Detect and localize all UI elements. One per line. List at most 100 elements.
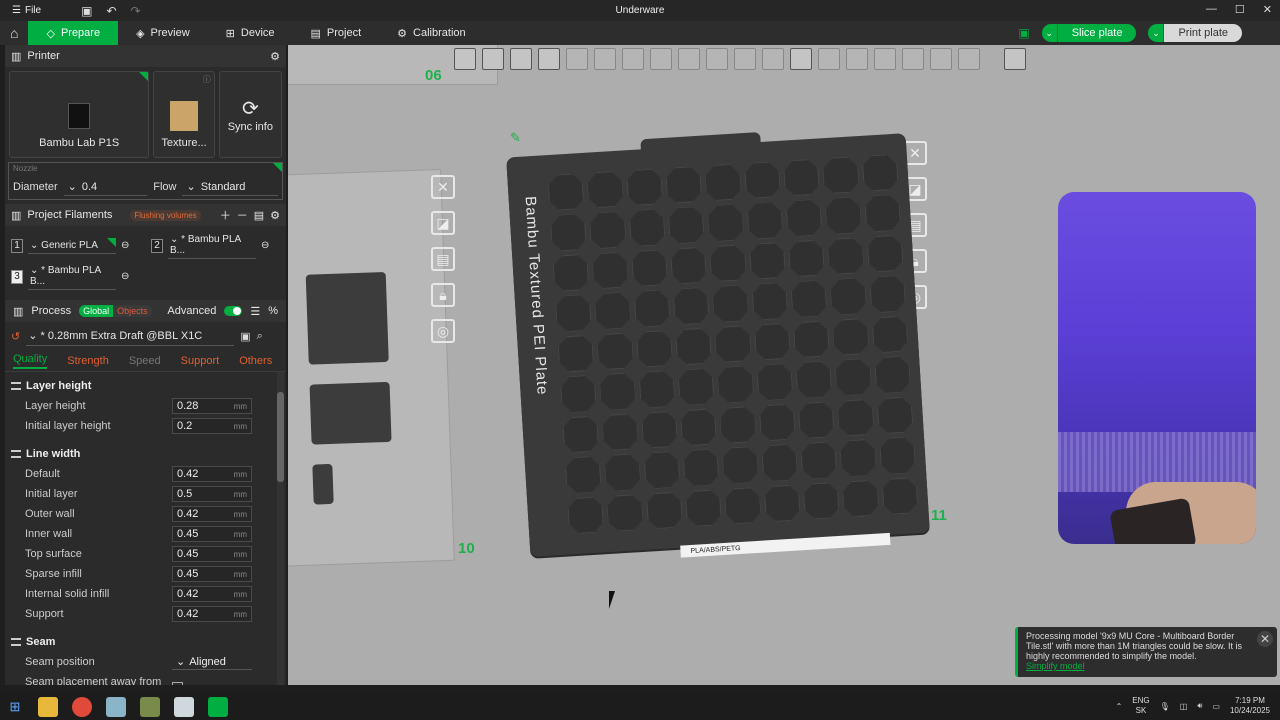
scale-icon[interactable] — [650, 48, 672, 70]
tab-support[interactable]: Support — [181, 355, 220, 367]
maximize-button[interactable]: ☐ — [1235, 3, 1245, 16]
3d-viewport[interactable]: 06 10 11 ✎ ✕ ◪ ▤ 🔒︎ ◎ ✕ ◪ ▤ 🔒︎ ◎ Bambu T… — [288, 45, 1280, 685]
auto-orient-icon[interactable]: ◪ — [431, 211, 455, 235]
param-input[interactable]: 0.2 mm — [172, 418, 252, 434]
save-icon[interactable]: ▣ — [81, 4, 92, 18]
filament-item-3[interactable]: 3 ⌄ * Bambu PLA B... ⊖ — [11, 263, 151, 290]
slice-plate-button[interactable]: ⌄ Slice plate — [1041, 24, 1137, 42]
file-explorer-icon[interactable] — [38, 696, 58, 717]
arrange-icon[interactable]: ▤ — [431, 247, 455, 271]
app-icon[interactable] — [174, 696, 194, 717]
undo-icon[interactable]: ↶ — [106, 4, 116, 18]
reset-icon[interactable]: ↺ — [11, 330, 20, 343]
lay-on-face-icon[interactable] — [678, 48, 700, 70]
print-plate-button[interactable]: ⌄ Print plate — [1148, 24, 1242, 42]
model-grid[interactable] — [547, 154, 918, 535]
param-input[interactable]: 0.42 mm — [172, 606, 252, 622]
battery-icon[interactable]: ▭ — [1212, 702, 1220, 711]
tab-speed[interactable]: Speed — [129, 355, 161, 367]
tab-calibration[interactable]: ⚙ Calibration — [379, 21, 483, 45]
flushing-volumes-button[interactable]: Flushing volumes — [130, 209, 201, 221]
add-object-icon[interactable] — [454, 48, 476, 70]
home-button[interactable]: ⌂ — [0, 21, 28, 45]
close-icon[interactable]: ✕ — [431, 175, 455, 199]
network-icon[interactable]: ◫ — [1180, 702, 1188, 711]
model-part[interactable] — [309, 381, 392, 445]
tab-others[interactable]: Others — [239, 355, 272, 367]
close-icon[interactable]: ✕ — [1257, 631, 1273, 647]
model-part[interactable] — [305, 271, 389, 365]
diameter-select[interactable]: ⌄ 0.4 — [63, 178, 148, 196]
printer-selector[interactable]: Bambu Lab P1S — [9, 71, 150, 158]
filament-item-1[interactable]: 1 ⌄ Generic PLA ⊖ — [11, 232, 151, 259]
support-paint-icon[interactable] — [734, 48, 756, 70]
build-plate[interactable]: Bambu Textured PEI Plate PLA/ABS/PETG — [506, 132, 930, 558]
chevron-down-icon[interactable]: ⌄ — [1041, 24, 1058, 42]
plate-settings-icon[interactable]: ◎ — [431, 319, 455, 343]
scrollbar[interactable] — [277, 372, 284, 685]
tab-quality[interactable]: Quality — [13, 353, 48, 369]
chrome-icon[interactable] — [72, 696, 92, 717]
flow-select[interactable]: ⌄ Standard — [182, 178, 278, 196]
param-input[interactable]: 0.45 mm — [172, 566, 252, 582]
brim-ears-icon[interactable] — [874, 48, 896, 70]
chevron-up-icon[interactable]: ⌃ — [1116, 702, 1123, 711]
volume-icon[interactable]: 🔊︎ — [1197, 701, 1202, 711]
plate-10[interactable] — [288, 168, 455, 570]
tab-device[interactable]: ⊞ Device — [208, 21, 293, 45]
tab-prepare[interactable]: ◇ Prepare — [28, 21, 119, 45]
process-scope-toggle[interactable]: Global Objects — [79, 305, 152, 317]
seam-away-checkbox[interactable] — [172, 682, 183, 685]
arrange-icon[interactable] — [538, 48, 560, 70]
windows-start-icon[interactable]: ⊞ — [0, 699, 30, 715]
remove-circle-icon[interactable]: ⊖ — [121, 240, 129, 251]
rotate-icon[interactable] — [622, 48, 644, 70]
model-part[interactable] — [312, 463, 334, 505]
seam-position-select[interactable]: ⌄ Aligned — [172, 654, 252, 670]
filament-item-2[interactable]: 2 ⌄ * Bambu PLA B... ⊖ — [151, 232, 286, 259]
param-input[interactable]: 0.5 mm — [172, 486, 252, 502]
edit-plate-name-icon[interactable]: ✎ — [510, 130, 521, 146]
plate-type-selector[interactable]: ⓘ Texture... — [153, 71, 215, 158]
remove-circle-icon[interactable]: ⊖ — [121, 271, 129, 282]
add-plate-icon[interactable] — [482, 48, 504, 70]
gear-icon[interactable]: ⚙ — [270, 50, 280, 63]
remove-circle-icon[interactable]: ⊖ — [261, 240, 269, 251]
advanced-toggle[interactable] — [224, 306, 243, 316]
percent-icon[interactable]: % — [268, 305, 278, 317]
text-icon[interactable] — [790, 48, 812, 70]
param-input[interactable]: 0.45 mm — [172, 546, 252, 562]
layout-icon[interactable]: ▣ — [1018, 26, 1029, 40]
gear-icon[interactable]: ⚙ — [270, 209, 280, 222]
param-input[interactable]: 0.42 mm — [172, 506, 252, 522]
boolean-icon[interactable] — [902, 48, 924, 70]
simplify-model-link[interactable]: Simplify model — [1026, 661, 1085, 671]
list-icon[interactable]: ☰ — [250, 305, 260, 318]
param-input[interactable]: 0.42 mm — [172, 586, 252, 602]
move-icon[interactable] — [594, 48, 616, 70]
camera-view[interactable] — [1058, 192, 1256, 544]
remove-icon[interactable]: － — [237, 207, 248, 223]
split-icon[interactable] — [566, 48, 588, 70]
assembly-icon[interactable] — [846, 48, 868, 70]
sync-info-button[interactable]: ⟳ Sync info — [218, 71, 282, 158]
view-options-icon[interactable] — [1004, 48, 1026, 70]
file-menu[interactable]: ☰ File — [0, 5, 41, 16]
app-icon[interactable] — [106, 696, 126, 717]
bambu-studio-icon[interactable] — [208, 696, 228, 717]
close-button[interactable]: ✕ — [1263, 3, 1272, 16]
edit-icon[interactable]: ▤ — [254, 209, 264, 222]
add-icon[interactable]: ＋ — [220, 207, 231, 223]
chevron-down-icon[interactable]: ⌄ — [1148, 24, 1165, 42]
clock[interactable]: 7:19 PM 10/24/2025 — [1230, 696, 1270, 716]
microphone-icon[interactable]: 🎙︎ — [1160, 702, 1170, 711]
emboss-icon[interactable] — [958, 48, 980, 70]
redo-icon[interactable]: ↷ — [131, 4, 141, 18]
language-indicator[interactable]: ENG SK — [1132, 696, 1149, 716]
orient-icon[interactable] — [510, 48, 532, 70]
tab-project[interactable]: ▤ Project — [293, 21, 380, 45]
seam-paint-icon[interactable] — [762, 48, 784, 70]
param-input[interactable]: 0.28 mm — [172, 398, 252, 414]
measure-icon[interactable] — [818, 48, 840, 70]
lock-icon[interactable]: 🔒︎ — [431, 283, 455, 307]
